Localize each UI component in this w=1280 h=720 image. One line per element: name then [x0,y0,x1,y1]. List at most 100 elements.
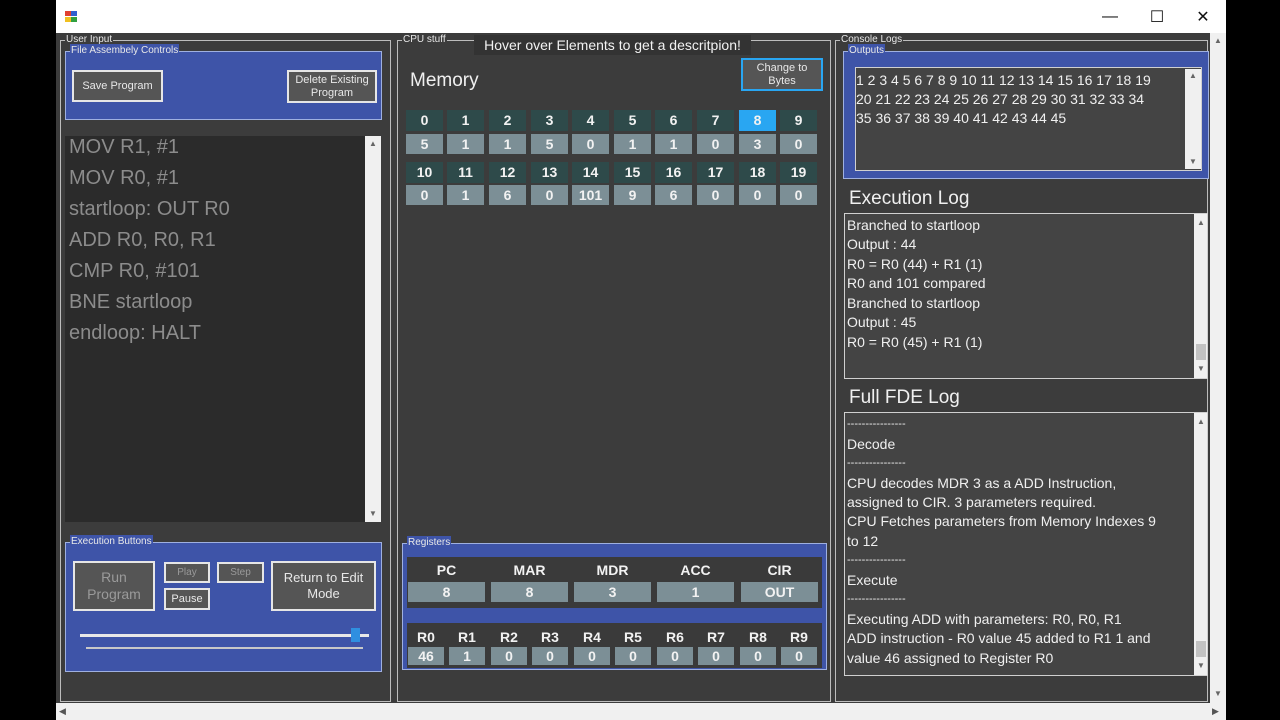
memory-index-cell[interactable]: 10 [406,162,443,183]
memory-index-cell[interactable]: 14 [572,162,609,183]
register-label: MAR [513,562,546,578]
memory-index-cell[interactable]: 2 [489,110,526,131]
run-program-button[interactable]: Run Program [73,561,155,611]
execution-log-scrollbar[interactable]: ▲ ▼ [1194,214,1207,378]
code-line: CMP R0, #101 [69,260,200,282]
scroll-up-icon[interactable]: ▲ [1185,70,1201,82]
memory-index-cell[interactable]: 18 [739,162,776,183]
general-register-value[interactable]: 0 [781,647,817,665]
app-window: — ☐ ✕ User Input File Assembely Controls… [56,0,1226,720]
window-vertical-scrollbar[interactable]: ▲ ▼ [1210,33,1226,703]
maximize-button[interactable]: ☐ [1134,0,1180,33]
scrollbar-thumb[interactable] [1196,641,1206,657]
minimize-button[interactable]: — [1087,0,1133,33]
speed-slider-track[interactable] [80,634,369,637]
memory-index-cell[interactable]: 6 [655,110,692,131]
outputs-group: Outputs 1 2 3 4 5 6 7 8 9 10 11 12 13 14… [843,44,1209,179]
play-button[interactable]: Play [164,562,210,583]
memory-index-cell[interactable]: 12 [489,162,526,183]
general-register-value[interactable]: 46 [408,647,444,665]
memory-index-cell[interactable]: 0 [406,110,443,131]
memory-value-cell[interactable]: 3 [739,134,776,154]
register-value[interactable]: OUT [741,582,818,602]
scroll-down-icon[interactable]: ▼ [1194,660,1207,672]
memory-value-cell[interactable]: 0 [531,185,568,205]
change-to-bytes-button[interactable]: Change to Bytes [741,58,823,91]
step-button[interactable]: Step [217,562,264,583]
outputs-scrollbar[interactable]: ▲ ▼ [1185,69,1201,169]
general-register-value[interactable]: 0 [491,647,527,665]
general-register-value[interactable]: 0 [574,647,610,665]
scroll-down-icon[interactable]: ▼ [365,508,381,520]
code-scrollbar[interactable]: ▲ ▼ [365,136,381,522]
memory-index-cell[interactable]: 19 [780,162,817,183]
memory-value-cell[interactable]: 1 [447,185,484,205]
memory-index-cell[interactable]: 4 [572,110,609,131]
memory-index-cell[interactable]: 16 [655,162,692,183]
fde-line: ADD instruction - R0 value 45 added to R… [847,630,1151,646]
memory-index-cell[interactable]: 9 [780,110,817,131]
code-editor[interactable]: MOV R1, #1 MOV R0, #1 startloop: OUT R0 … [65,136,381,522]
fde-log-scrollbar[interactable]: ▲ ▼ [1194,413,1207,675]
general-register-label: R3 [541,629,559,645]
fde-line: CPU Fetches parameters from Memory Index… [847,513,1156,529]
save-program-button[interactable]: Save Program [72,70,163,102]
scroll-up-icon[interactable]: ▲ [1210,35,1226,47]
window-horizontal-scrollbar[interactable]: ◀ ▶ [56,703,1226,720]
memory-value-cell[interactable]: 1 [655,134,692,154]
general-register-value[interactable]: 1 [449,647,485,665]
memory-index-cell[interactable]: 1 [447,110,484,131]
general-register-label: R8 [749,629,767,645]
memory-value-cell[interactable]: 101 [572,185,609,205]
close-button[interactable]: ✕ [1180,0,1226,33]
memory-index-cell[interactable]: 3 [531,110,568,131]
memory-index-cell[interactable]: 17 [697,162,734,183]
general-register-value[interactable]: 0 [657,647,693,665]
general-register-value[interactable]: 0 [532,647,568,665]
general-register-value[interactable]: 0 [740,647,776,665]
memory-value-cell[interactable]: 1 [614,134,651,154]
memory-value-cell[interactable]: 9 [614,185,651,205]
memory-index-cell[interactable]: 5 [614,110,651,131]
memory-value-cell[interactable]: 0 [780,134,817,154]
output-line: 35 36 37 38 39 40 41 42 43 44 45 [856,110,1067,126]
register-value[interactable]: 1 [657,582,734,602]
register-value[interactable]: 3 [574,582,651,602]
memory-value-cell[interactable]: 5 [406,134,443,154]
delete-program-button[interactable]: Delete Existing Program [287,70,377,103]
scroll-right-icon[interactable]: ▶ [1212,703,1219,720]
scroll-left-icon[interactable]: ◀ [59,703,66,720]
scroll-up-icon[interactable]: ▲ [1194,217,1207,229]
memory-value-cell[interactable]: 0 [739,185,776,205]
general-register-value[interactable]: 0 [615,647,651,665]
scroll-down-icon[interactable]: ▼ [1185,156,1201,168]
scroll-up-icon[interactable]: ▲ [365,138,381,150]
speed-slider-thumb[interactable] [350,628,360,642]
memory-value-cell[interactable]: 6 [489,185,526,205]
memory-index-cell[interactable]: 11 [447,162,484,183]
return-to-edit-button[interactable]: Return to Edit Mode [271,561,376,611]
scroll-up-icon[interactable]: ▲ [1194,416,1207,428]
fde-line: Decode [847,436,896,452]
scroll-down-icon[interactable]: ▼ [1210,688,1226,700]
memory-value-cell[interactable]: 0 [406,185,443,205]
pause-button[interactable]: Pause [164,588,210,610]
scrollbar-thumb[interactable] [1196,344,1206,360]
memory-index-cell[interactable]: 15 [614,162,651,183]
memory-value-cell[interactable]: 1 [489,134,526,154]
general-register-value[interactable]: 0 [698,647,734,665]
memory-index-cell[interactable]: 8 [739,110,776,131]
memory-value-cell[interactable]: 5 [531,134,568,154]
memory-value-cell[interactable]: 0 [780,185,817,205]
memory-value-cell[interactable]: 0 [697,134,734,154]
file-controls-group: File Assembely Controls Save Program Del… [65,44,382,120]
memory-index-cell[interactable]: 13 [531,162,568,183]
scroll-down-icon[interactable]: ▼ [1194,363,1207,375]
register-value[interactable]: 8 [408,582,485,602]
memory-value-cell[interactable]: 0 [697,185,734,205]
memory-value-cell[interactable]: 1 [447,134,484,154]
memory-value-cell[interactable]: 6 [655,185,692,205]
register-value[interactable]: 8 [491,582,568,602]
memory-index-cell[interactable]: 7 [697,110,734,131]
memory-value-cell[interactable]: 0 [572,134,609,154]
